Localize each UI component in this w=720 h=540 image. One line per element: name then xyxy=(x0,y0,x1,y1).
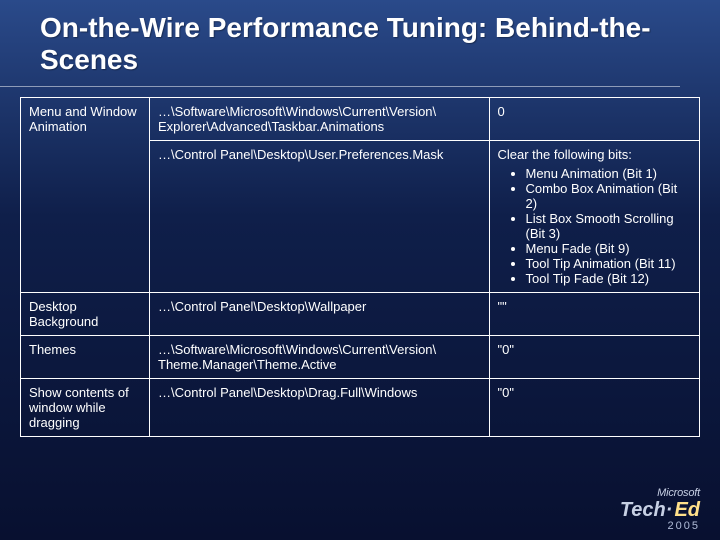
row-label: Show contents of window while dragging xyxy=(21,379,150,437)
row-value: Clear the following bits: Menu Animation… xyxy=(489,141,700,293)
list-item: Tool Tip Fade (Bit 12) xyxy=(526,271,692,286)
page-title: On-the-Wire Performance Tuning: Behind-t… xyxy=(0,0,680,87)
row-value: "0" xyxy=(489,379,700,437)
row-path: …\Software\Microsoft\Windows\Current\Ver… xyxy=(150,98,490,141)
footer-brand: Microsoft Tech·Ed 2005 xyxy=(620,487,700,532)
table-row: Desktop Background …\Control Panel\Deskt… xyxy=(21,293,700,336)
settings-table-wrap: Menu and Window Animation …\Software\Mic… xyxy=(20,97,700,437)
row-path: …\Control Panel\Desktop\Drag.Full\Window… xyxy=(150,379,490,437)
list-item: List Box Smooth Scrolling (Bit 3) xyxy=(526,211,692,241)
microsoft-label: Microsoft xyxy=(620,487,700,499)
table-row: Themes …\Software\Microsoft\Windows\Curr… xyxy=(21,336,700,379)
row-label: Desktop Background xyxy=(21,293,150,336)
row-value: "0" xyxy=(489,336,700,379)
bits-list: Menu Animation (Bit 1) Combo Box Animati… xyxy=(498,166,692,286)
row-value: 0 xyxy=(489,98,700,141)
list-item: Menu Fade (Bit 9) xyxy=(526,241,692,256)
row-path: …\Control Panel\Desktop\User.Preferences… xyxy=(150,141,490,293)
list-item: Tool Tip Animation (Bit 11) xyxy=(526,256,692,271)
teched-ed: Ed xyxy=(674,499,700,522)
row-value-heading: Clear the following bits: xyxy=(498,147,632,162)
teched-tech: Tech· xyxy=(620,499,673,522)
list-item: Menu Animation (Bit 1) xyxy=(526,166,692,181)
table-row: Menu and Window Animation …\Software\Mic… xyxy=(21,98,700,141)
list-item: Combo Box Animation (Bit 2) xyxy=(526,181,692,211)
row-path: …\Control Panel\Desktop\Wallpaper xyxy=(150,293,490,336)
row-label: Menu and Window Animation xyxy=(21,98,150,293)
table-row: Show contents of window while dragging …… xyxy=(21,379,700,437)
teched-logo: Tech·Ed xyxy=(620,499,700,522)
row-value: "" xyxy=(489,293,700,336)
row-label: Themes xyxy=(21,336,150,379)
row-path: …\Software\Microsoft\Windows\Current\Ver… xyxy=(150,336,490,379)
settings-table: Menu and Window Animation …\Software\Mic… xyxy=(20,97,700,437)
